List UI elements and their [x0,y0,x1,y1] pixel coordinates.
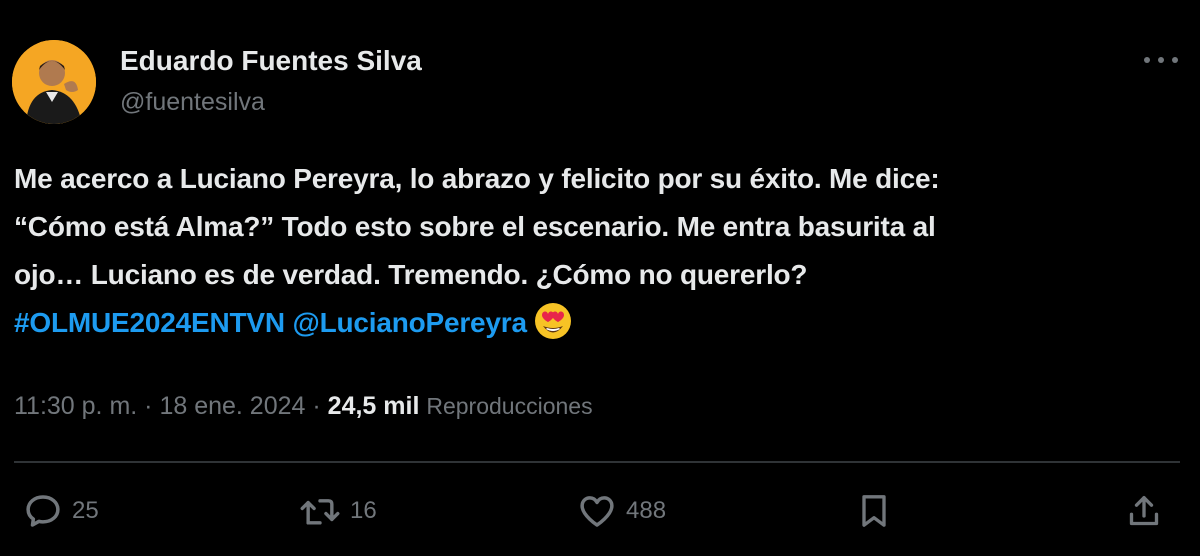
action-bar: 25 16 488 [0,488,1200,534]
more-dot [1158,57,1164,63]
author-display-name[interactable]: Eduardo Fuentes Silva [120,44,422,78]
share-button[interactable] [1124,488,1164,534]
tweet-text-line: Me acerco a Luciano Pereyra, lo abrazo y… [14,163,940,194]
tweet-card: Eduardo Fuentes Silva @fuentesilva Me ac… [0,0,1200,556]
retweet-icon [300,499,340,525]
meta-separator: · [312,392,321,420]
tweet-text: Me acerco a Luciano Pereyra, lo abrazo y… [14,155,1164,356]
tweet-time[interactable]: 11:30 p. m. [14,392,137,420]
like-button[interactable]: 488 [576,488,666,534]
views-count: 24,5 mil [327,392,420,420]
divider [14,461,1180,463]
heart-icon [580,496,614,527]
bookmark-button[interactable] [854,488,894,534]
tweet-text-line: “Cómo está Alma?” Todo esto sobre el esc… [14,211,936,242]
hashtag-link[interactable]: #OLMUE2024ENTVN [14,307,285,338]
reply-count: 25 [72,497,99,524]
reply-bubble-icon [26,495,60,527]
tweet-tags-line: #OLMUE2024ENTVN @LucianoPereyra [14,299,1164,356]
share-upload-icon [1129,496,1159,526]
more-dot [1172,57,1178,63]
like-count: 488 [626,497,667,524]
author-handle[interactable]: @fuentesilva [120,86,422,118]
reply-button[interactable]: 25 [22,488,99,534]
tweet-meta: 11:30 p. m. · 18 ene. 2024 · 24,5 mil Re… [14,388,593,424]
avatar[interactable] [12,40,96,124]
retweet-button[interactable]: 16 [298,488,377,534]
mention-link[interactable]: @LucianoPereyra [292,307,527,338]
author-block: Eduardo Fuentes Silva @fuentesilva [120,44,422,118]
heart-eyes-emoji-icon [533,301,573,356]
more-dots-icon[interactable] [1144,48,1178,72]
more-dot [1144,57,1150,63]
retweet-count: 16 [350,497,377,524]
bookmark-icon [862,495,886,527]
avatar-image [12,40,96,124]
tweet-date[interactable]: 18 ene. 2024 [159,392,305,420]
meta-separator: · [144,392,153,420]
tweet-text-line: ojo… Luciano es de verdad. Tremendo. ¿Có… [14,259,808,290]
views-label: Reproducciones [426,393,593,419]
